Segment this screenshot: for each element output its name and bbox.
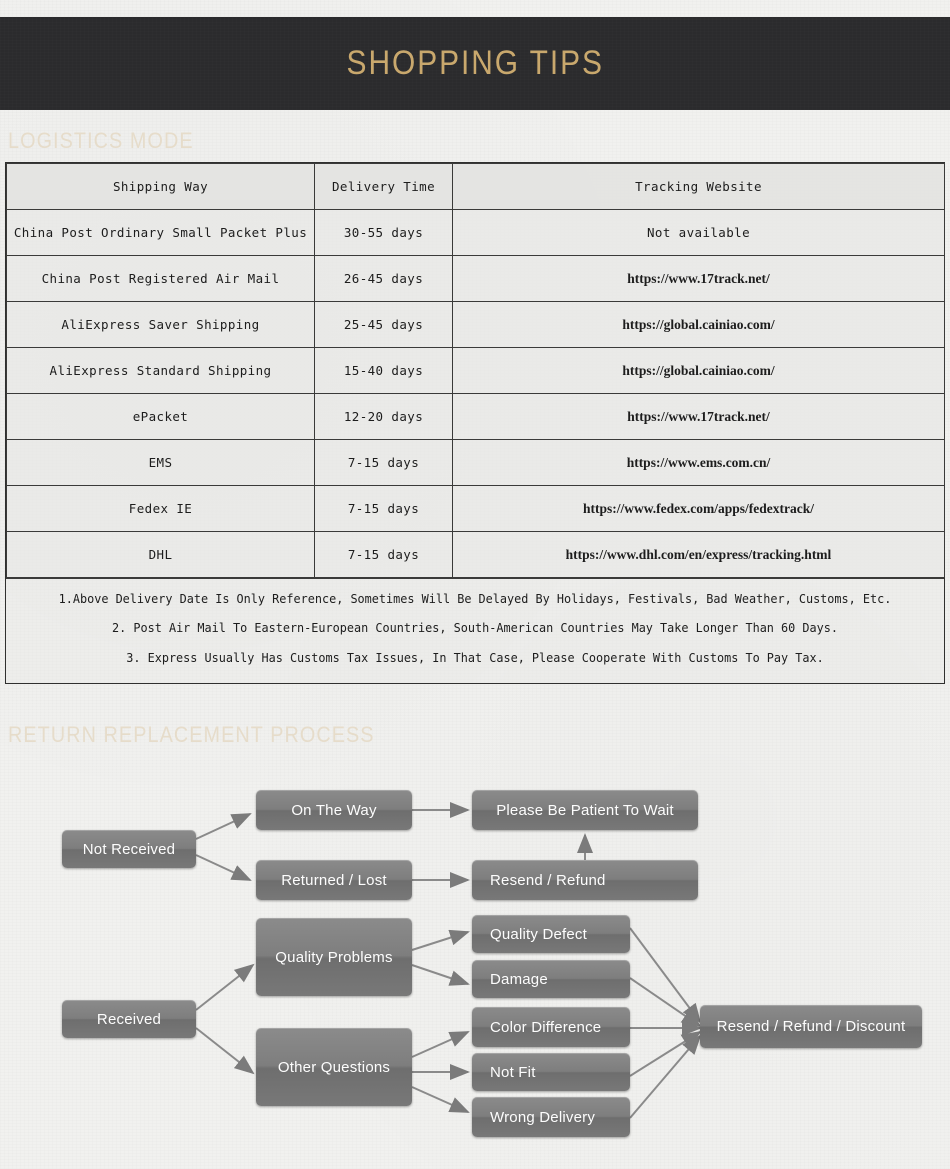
cell-shipping-way: EMS (6, 439, 315, 486)
cell-delivery-time: 7-15 days (314, 531, 453, 578)
node-resend-refund-discount[interactable]: Resend / Refund / Discount (700, 1005, 922, 1048)
note-line: 3. Express Usually Has Customs Tax Issue… (126, 650, 824, 665)
table-header-row: Shipping Way Delivery Time Tracking Webs… (6, 163, 945, 210)
table-row: EMS 7-15 days https://www.ems.com.cn/ (6, 439, 945, 486)
table-row: China Post Registered Air Mail 26-45 days… (6, 255, 945, 302)
cell-delivery-time: 15-40 days (314, 347, 453, 394)
cell-shipping-way: AliExpress Standard Shipping (6, 347, 315, 394)
note-line: 1.Above Delivery Date Is Only Reference,… (58, 592, 892, 606)
logistics-mode-heading: LOGISTICS MODE (8, 128, 194, 153)
cell-delivery-time: 26-45 days (314, 255, 453, 302)
cell-shipping-way: ePacket (6, 393, 315, 440)
cell-tracking-link[interactable]: https://www.17track.net/ (452, 255, 945, 302)
cell-delivery-time: 7-15 days (314, 439, 453, 486)
cell-tracking-link[interactable]: https://global.cainiao.com/ (452, 301, 945, 348)
page-title: SHOPPING TIPS (346, 44, 604, 82)
cell-shipping-way: China Post Ordinary Small Packet Plus (6, 209, 315, 256)
table-row: China Post Ordinary Small Packet Plus 30-… (6, 209, 945, 256)
node-resend-refund[interactable]: Resend / Refund (472, 860, 698, 900)
header-shipping-way: Shipping Way (6, 163, 315, 210)
cell-shipping-way: DHL (6, 531, 315, 578)
cell-tracking-link[interactable]: https://global.cainiao.com/ (452, 347, 945, 394)
note-line: 2. Post Air Mail To Eastern-European Cou… (112, 621, 838, 636)
table-row: DHL 7-15 days https://www.dhl.com/en/expre… (6, 531, 945, 578)
node-returned-lost[interactable]: Returned / Lost (256, 860, 412, 900)
table-row: Fedex IE 7-15 days https://www.fedex.com/a… (6, 485, 945, 532)
node-not-fit[interactable]: Not Fit (472, 1053, 630, 1091)
return-replacement-heading: RETURN REPLACEMENT PROCESS (8, 722, 375, 747)
return-process-flowchart: Not Received On The Way Returned / Lost … (0, 760, 950, 1160)
header-delivery-time: Delivery Time (314, 163, 453, 210)
node-quality-problems[interactable]: Quality Problems (256, 918, 412, 996)
node-color-difference[interactable]: Color Difference (472, 1007, 630, 1047)
cell-tracking-link[interactable]: https://www.ems.com.cn/ (452, 439, 945, 486)
cell-tracking-link[interactable]: https://www.fedex.com/apps/fedextrack/ (452, 485, 945, 532)
cell-delivery-time: 12-20 days (314, 393, 453, 440)
node-please-be-patient-to-wait[interactable]: Please Be Patient To Wait (472, 790, 698, 830)
page-banner: SHOPPING TIPS (0, 17, 950, 110)
logistics-table-container: Shipping Way Delivery Time Tracking Webs… (5, 162, 945, 685)
delivery-notes: 1.Above Delivery Date Is Only Reference,… (6, 578, 944, 684)
cell-tracking-website: Not available (452, 209, 945, 256)
node-on-the-way[interactable]: On The Way (256, 790, 412, 830)
cell-shipping-way: China Post Registered Air Mail (6, 255, 315, 302)
cell-shipping-way: AliExpress Saver Shipping (6, 301, 315, 348)
node-quality-defect[interactable]: Quality Defect (472, 915, 630, 953)
node-wrong-delivery[interactable]: Wrong Delivery (472, 1097, 630, 1137)
node-received[interactable]: Received (62, 1000, 196, 1038)
header-tracking-website: Tracking Website (452, 163, 945, 210)
node-damage[interactable]: Damage (472, 960, 630, 998)
cell-shipping-way: Fedex IE (6, 485, 315, 532)
table-row: AliExpress Saver Shipping 25-45 days https… (6, 301, 945, 348)
cell-tracking-link[interactable]: https://www.dhl.com/en/express/tracking.… (452, 531, 945, 578)
node-not-received[interactable]: Not Received (62, 830, 196, 868)
cell-delivery-time: 30-55 days (314, 209, 453, 256)
table-row: ePacket 12-20 days https://www.17track.net… (6, 393, 945, 440)
cell-delivery-time: 25-45 days (314, 301, 453, 348)
shopping-tips-page: SHOPPING TIPS LOGISTICS MODE Shipping Wa… (0, 0, 950, 1169)
node-other-questions[interactable]: Other Questions (256, 1028, 412, 1106)
cell-delivery-time: 7-15 days (314, 485, 453, 532)
logistics-table: Shipping Way Delivery Time Tracking Webs… (6, 163, 945, 578)
table-row: AliExpress Standard Shipping 15-40 days ht… (6, 347, 945, 394)
cell-tracking-link[interactable]: https://www.17track.net/ (452, 393, 945, 440)
